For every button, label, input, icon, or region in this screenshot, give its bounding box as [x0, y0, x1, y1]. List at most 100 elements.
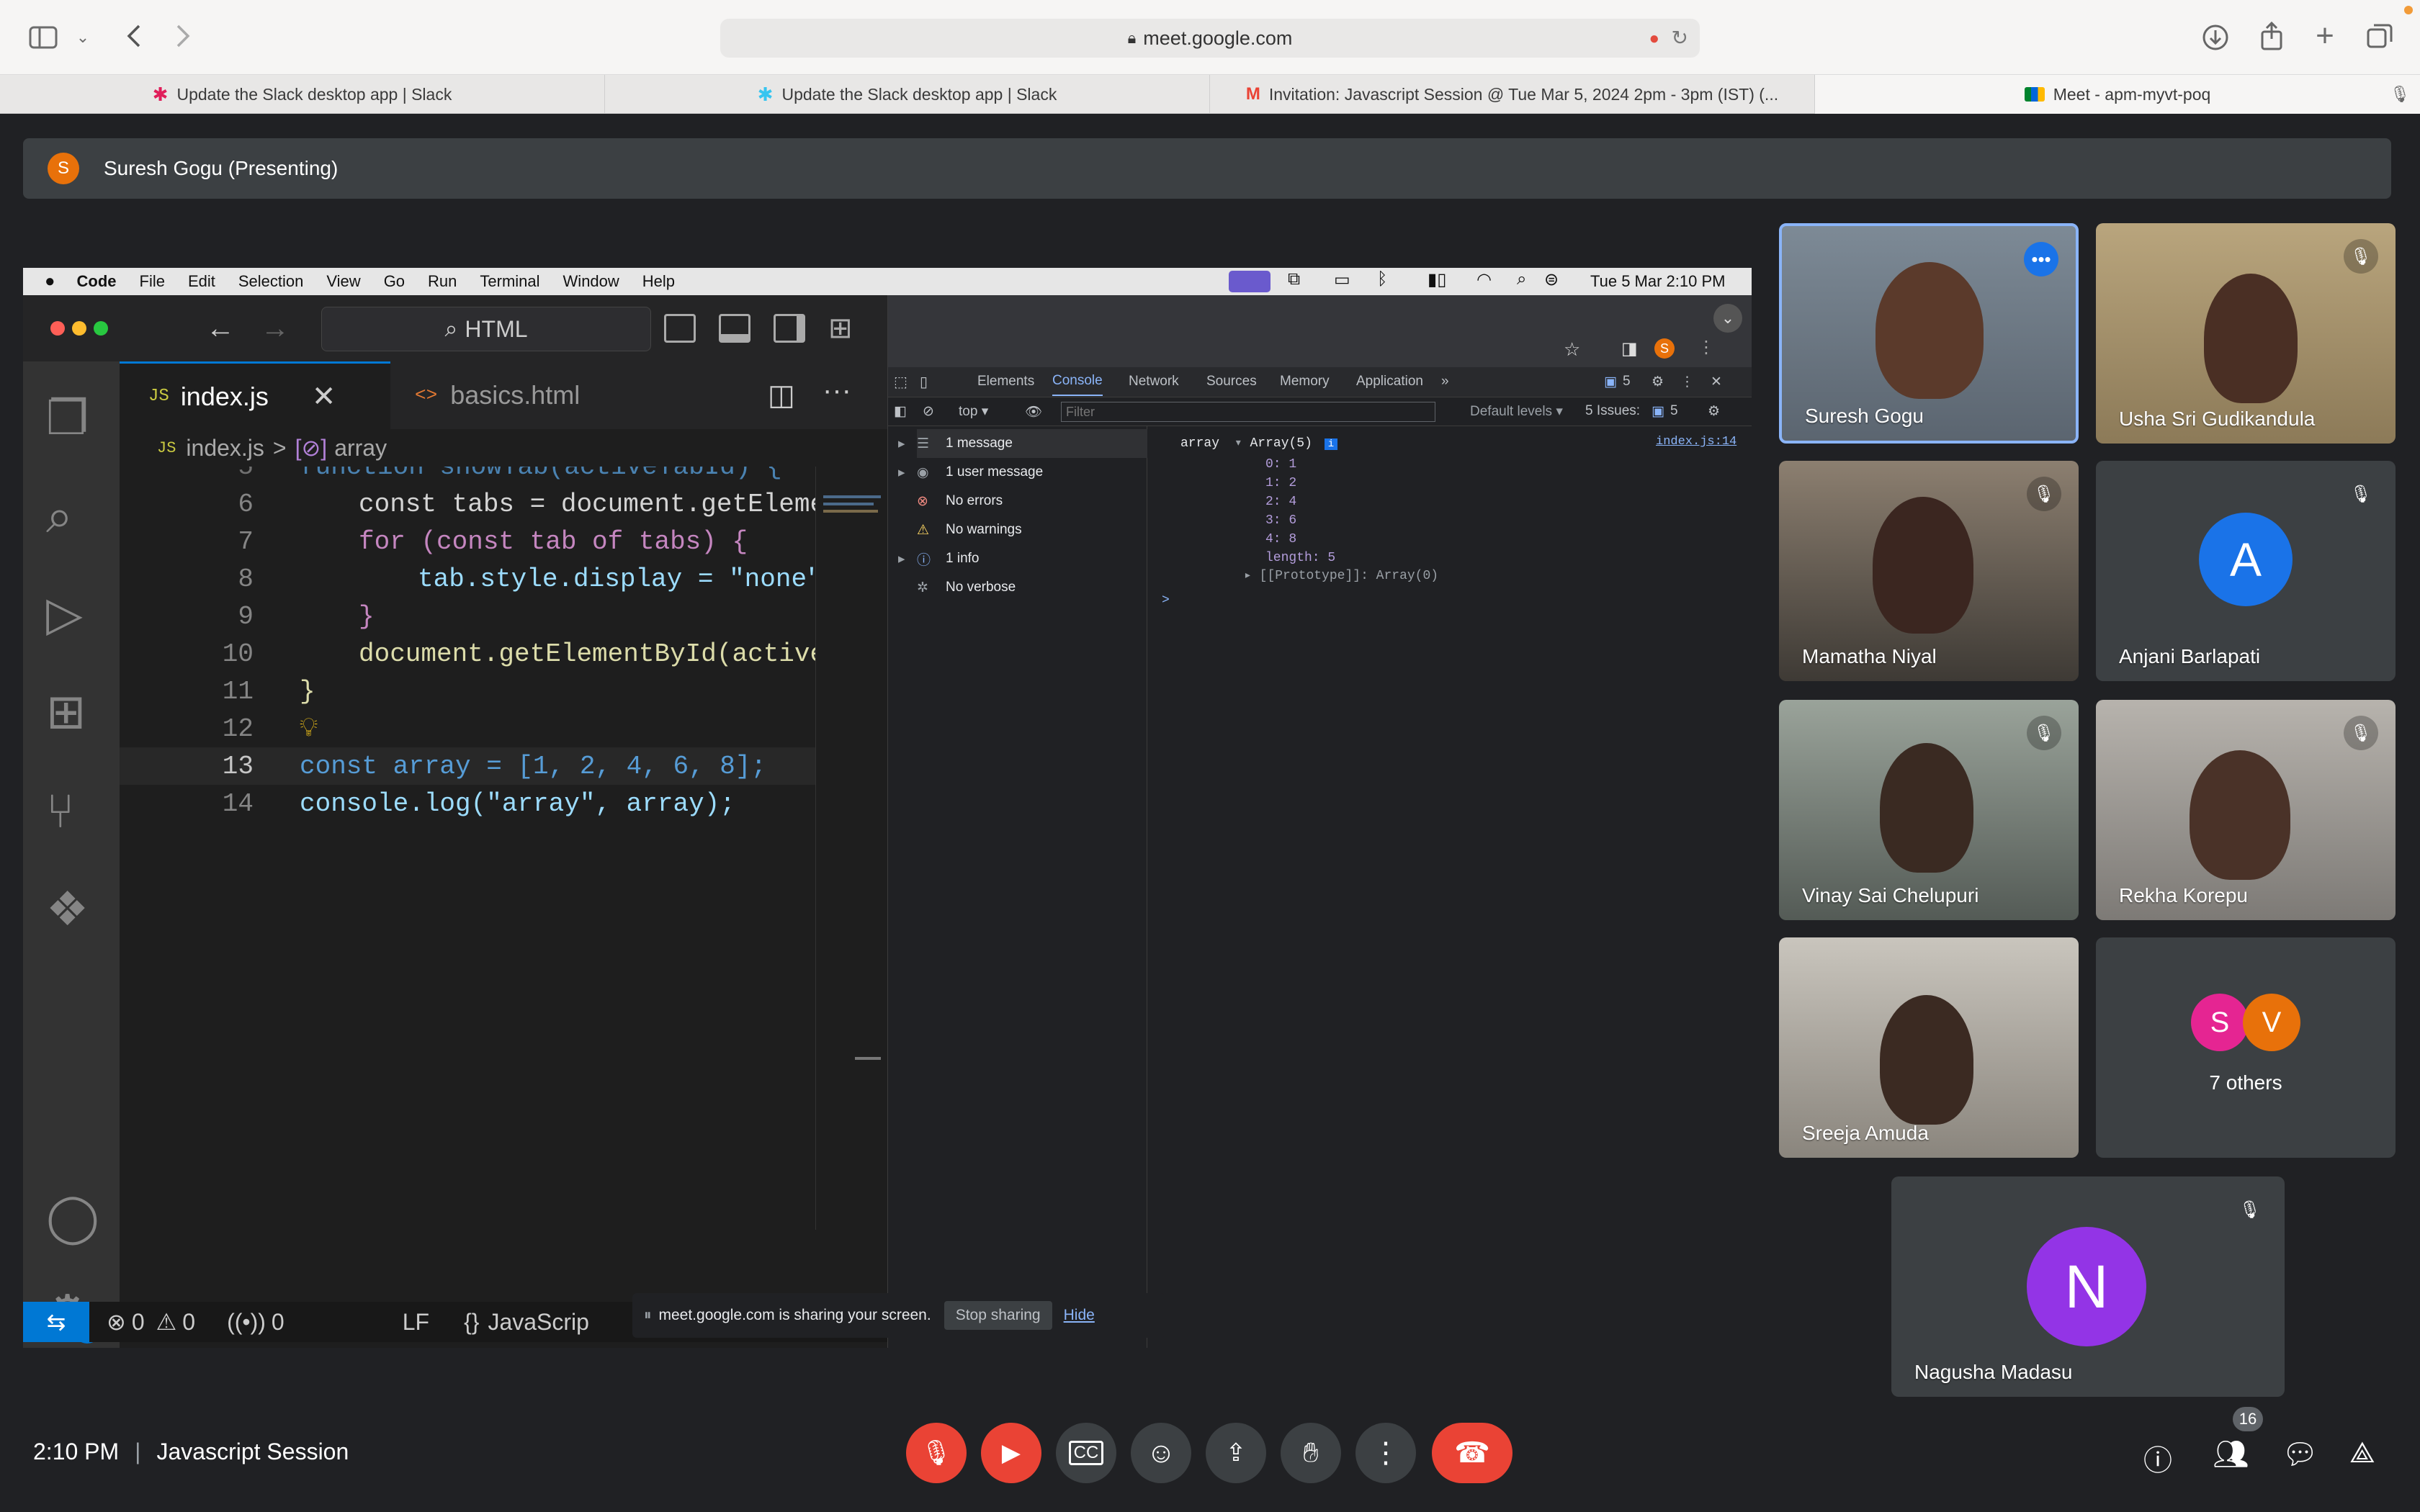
sidebar-verbose[interactable]: ✲ No verbose	[917, 573, 1016, 602]
customize-layout-icon[interactable]: ⊞	[828, 314, 860, 343]
back-arrow-icon[interactable]: ←	[206, 314, 235, 343]
microphone-icon[interactable]: ●	[1649, 29, 1660, 49]
raise-hand-button[interactable]: ✋︎	[1281, 1423, 1341, 1483]
issues-count[interactable]: 5	[1670, 403, 1678, 419]
settings-gear-icon[interactable]: ⚙	[1652, 367, 1664, 396]
downloads-icon[interactable]	[2198, 20, 2233, 55]
toggle-secondary-sidebar-icon[interactable]	[774, 314, 805, 343]
hide-notice-link[interactable]: Hide	[1064, 1307, 1095, 1324]
browser-tab-2[interactable]: ✱ Update the Slack desktop app | Slack	[605, 75, 1210, 114]
microphone-off-button[interactable]: 🎙︎	[906, 1423, 967, 1483]
live-expression-eye-icon[interactable]: 👁︎	[1025, 403, 1042, 420]
breadcrumb-symbol[interactable]: array	[334, 435, 387, 462]
menu-dots-icon[interactable]: ⋮	[1698, 337, 1715, 358]
forward-icon[interactable]	[167, 20, 199, 52]
browser-tab-3[interactable]: M Invitation: Javascript Session @ Tue M…	[1210, 75, 1815, 114]
stop-sharing-button[interactable]: Stop sharing	[944, 1301, 1052, 1330]
browser-tab-4[interactable]: Meet - apm-myvt-poq 🎙︎	[1815, 75, 2420, 114]
clear-console-icon[interactable]: ⊘	[923, 403, 934, 420]
console-settings-icon[interactable]: ⚙	[1708, 403, 1720, 420]
issues-message-icon[interactable]: ▣	[1604, 367, 1617, 396]
chevron-down-icon[interactable]: ⌄	[1713, 304, 1742, 333]
command-center-search[interactable]: ⌕ HTML	[321, 307, 651, 351]
figma-icon[interactable]: ❖	[46, 881, 89, 937]
tab-overview-icon[interactable]	[2362, 19, 2397, 53]
participant-tile[interactable]: N 🎙︎ Nagusha Madasu	[1891, 1176, 2285, 1397]
activities-icon[interactable]: ⟁	[2349, 1437, 2375, 1470]
people-icon[interactable]: 👥︎	[2213, 1437, 2249, 1471]
devtools-tab-sources[interactable]: Sources	[1206, 367, 1257, 396]
more-actions-icon[interactable]: ···	[823, 374, 851, 407]
participant-tile[interactable]: 🎙︎ Mamatha Niyal	[1779, 461, 2079, 681]
address-bar[interactable]: 🔒︎ meet.google.com ● ↻	[720, 19, 1700, 58]
more-options-button[interactable]: ⋮	[1355, 1423, 1416, 1483]
participant-tile[interactable]: 🎙︎ Usha Sri Gudikandula	[2096, 223, 2396, 444]
meeting-details-info-icon[interactable]: ⓘ	[2143, 1437, 2172, 1479]
minimize-window-button[interactable]	[72, 321, 86, 336]
code-editor[interactable]: 5 function showTab(activeTabId) { 6 const …	[120, 467, 815, 1230]
close-devtools-icon[interactable]: ✕	[1711, 367, 1722, 396]
reactions-button[interactable]: ☺	[1131, 1423, 1191, 1483]
devtools-tab-memory[interactable]: Memory	[1280, 367, 1330, 396]
close-tab-icon[interactable]: ✕	[312, 380, 336, 413]
back-icon[interactable]	[118, 20, 150, 52]
console-filter-input[interactable]	[1061, 402, 1435, 422]
sidebar-info[interactable]: ▸ ⓘ 1 info	[898, 544, 979, 573]
more-tabs-icon[interactable]: »	[1441, 367, 1449, 396]
devtools-tab-network[interactable]: Network	[1129, 367, 1179, 396]
chevron-down-icon[interactable]: ⌄	[72, 22, 94, 53]
devtools-tab-console[interactable]: Console	[1052, 367, 1103, 396]
search-icon[interactable]: ⌕	[46, 488, 73, 545]
sidebar-warnings[interactable]: ⚠ No warnings	[917, 516, 1022, 544]
run-debug-icon[interactable]: ▷	[46, 586, 83, 642]
sidebar-user-messages[interactable]: ▸ ◉ 1 user message	[898, 458, 1043, 487]
prototype-row[interactable]: ▸ [[Prototype]]: Array(0)	[1244, 567, 1438, 583]
minimap[interactable]	[815, 467, 887, 1230]
chat-icon[interactable]: 💬︎	[2282, 1437, 2318, 1471]
toggle-panel-icon[interactable]	[719, 314, 750, 343]
log-entry[interactable]: array ▾ Array(5) i	[1180, 435, 1338, 451]
log-source-link[interactable]: index.js:14	[1656, 435, 1736, 449]
participant-tile[interactable]: 🎙︎ Rekha Korepu	[2096, 700, 2396, 920]
sidebar-messages[interactable]: ▸ ☰ 1 message	[898, 429, 1147, 458]
others-tile[interactable]: S V 7 others	[2096, 937, 2396, 1158]
inspect-element-icon[interactable]: ⬚	[894, 367, 908, 396]
profile-avatar[interactable]: S	[1654, 338, 1675, 359]
warning-count[interactable]: 0	[182, 1309, 195, 1336]
toggle-primary-sidebar-icon[interactable]	[664, 314, 696, 343]
new-tab-icon[interactable]: +	[2308, 18, 2342, 53]
ports-count[interactable]: 0	[272, 1309, 284, 1336]
source-control-icon[interactable]: ⑂	[46, 783, 75, 838]
more-options-icon[interactable]: •••	[2024, 242, 2058, 276]
devtools-tab-elements[interactable]: Elements	[977, 367, 1034, 396]
menu-dots-icon[interactable]: ⋮	[1680, 367, 1694, 396]
participant-tile[interactable]: Sreeja Amuda	[1779, 937, 2079, 1158]
close-window-button[interactable]	[50, 321, 65, 336]
lightbulb-icon[interactable]: 💡︎	[300, 714, 318, 744]
sidepanel-icon[interactable]: ◨	[1621, 338, 1638, 359]
error-count[interactable]: 0	[132, 1309, 145, 1336]
explorer-icon[interactable]: ❐	[46, 390, 89, 446]
editor-tab-index-js[interactable]: JS index.js ✕	[120, 361, 390, 429]
account-icon[interactable]: ◯	[46, 1189, 99, 1245]
editor-tab-basics-html[interactable]: <> basics.html	[390, 361, 621, 429]
participant-tile[interactable]: A 🎙︎ Anjani Barlapati	[2096, 461, 2396, 681]
issues-counter[interactable]: 5	[1623, 367, 1631, 396]
leave-call-button[interactable]: ☎︎	[1432, 1423, 1512, 1483]
extensions-icon[interactable]: ⊞	[46, 684, 86, 739]
present-now-button[interactable]: ⇪	[1206, 1423, 1266, 1483]
zoom-window-button[interactable]	[94, 321, 108, 336]
sidebar-errors[interactable]: ⊗ No errors	[917, 487, 1003, 516]
issues-label[interactable]: 5 Issues:	[1585, 403, 1640, 419]
language-mode[interactable]: JavaScrip	[488, 1309, 589, 1336]
device-toolbar-icon[interactable]: ▯	[920, 367, 928, 396]
browser-tab-1[interactable]: ✱ Update the Slack desktop app | Slack	[0, 75, 605, 114]
reload-icon[interactable]: ↻	[1672, 26, 1688, 50]
forward-arrow-icon[interactable]: →	[261, 314, 290, 343]
remote-indicator-icon[interactable]: ⇆	[23, 1302, 89, 1342]
sidebar-toggle-icon[interactable]: ◧	[894, 403, 907, 420]
captions-button[interactable]: CC	[1056, 1423, 1116, 1483]
sidebar-toggle-icon[interactable]	[26, 22, 60, 53]
devtools-tab-application[interactable]: Application	[1356, 367, 1423, 396]
console-prompt[interactable]: >	[1162, 593, 1170, 608]
